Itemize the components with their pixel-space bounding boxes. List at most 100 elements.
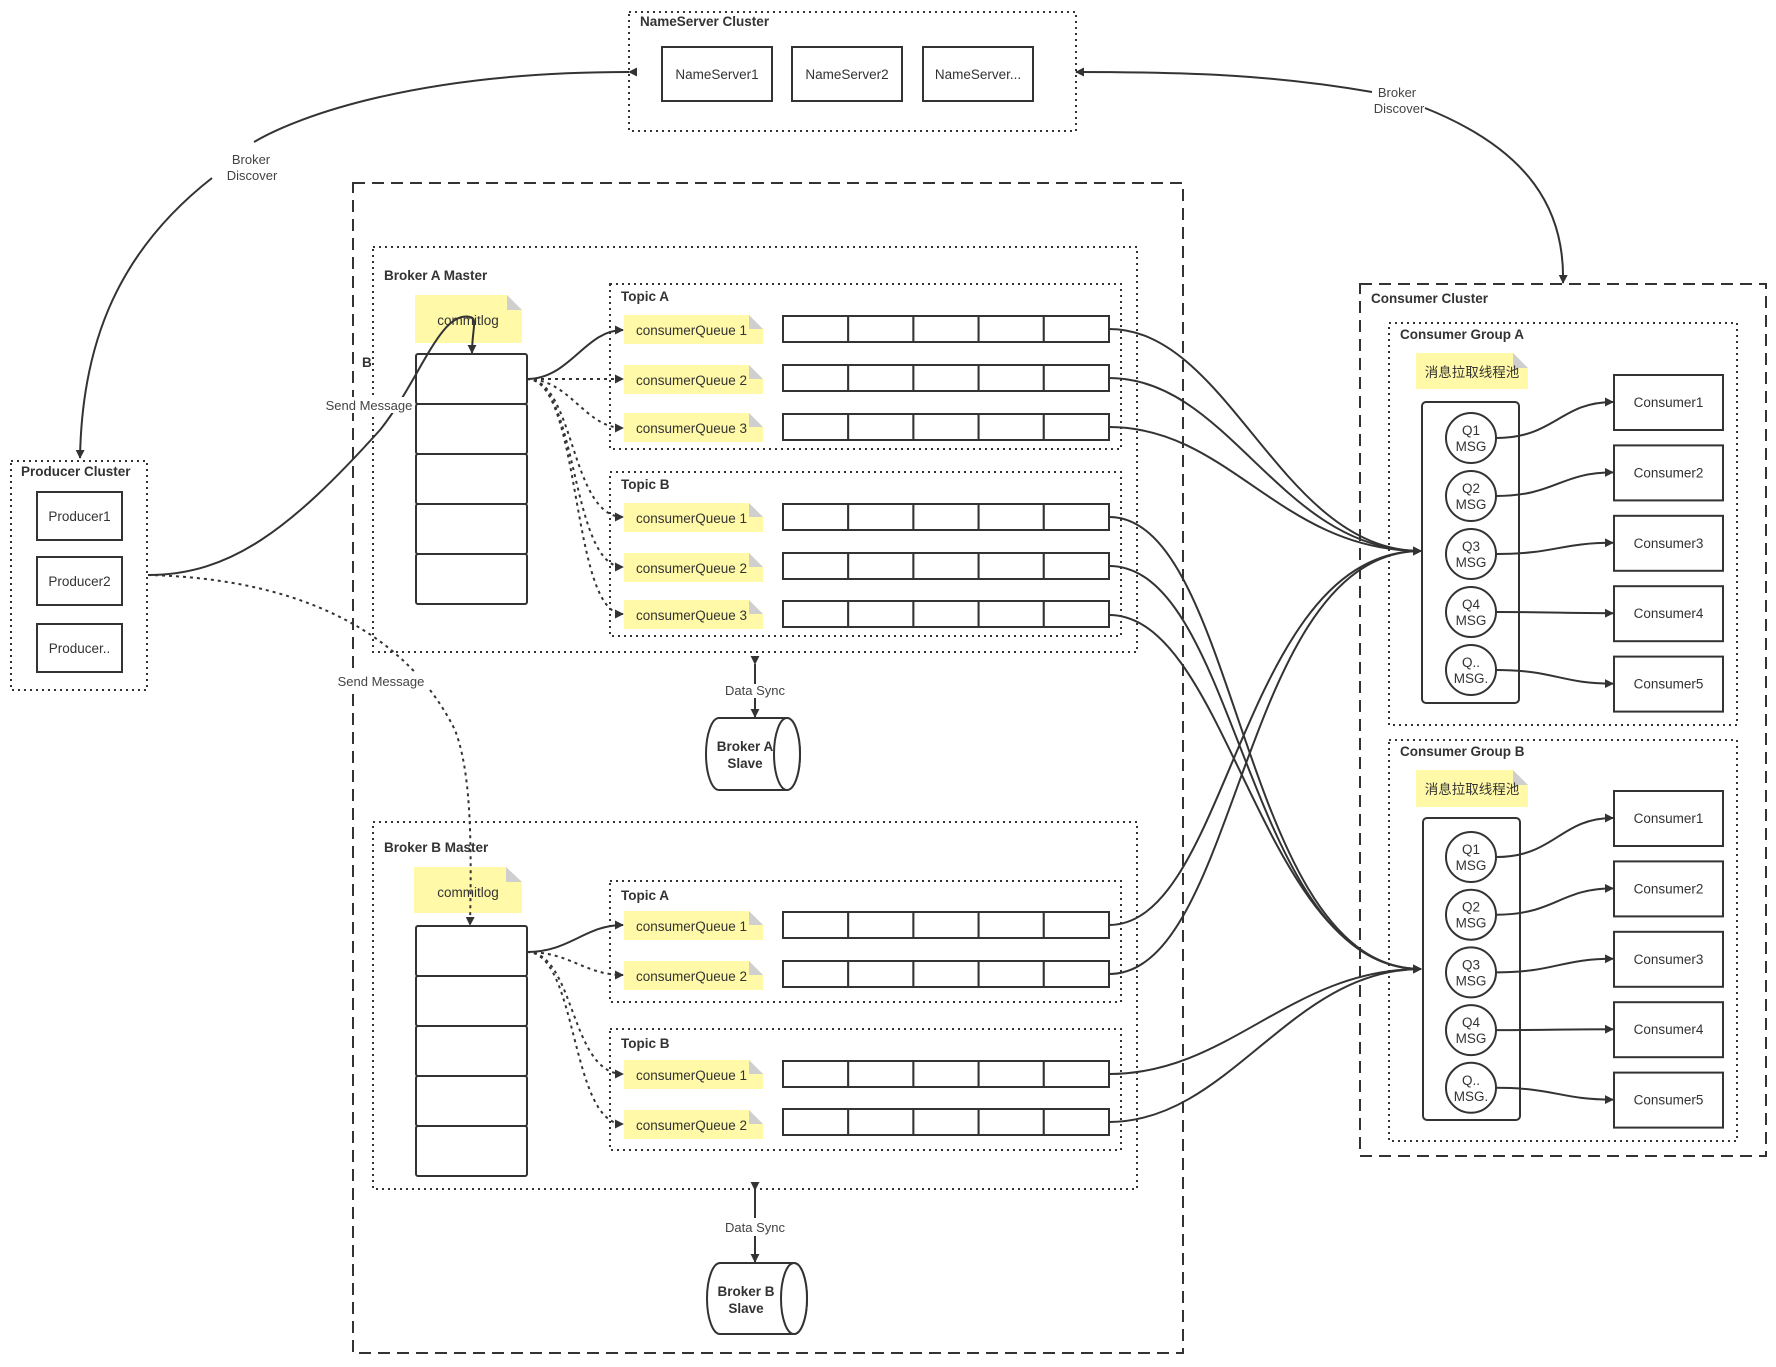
consumer-node[interactable]: Consumer4 <box>1613 1001 1724 1059</box>
consumer-node[interactable]: Consumer5 <box>1613 655 1724 713</box>
commitlog-cell[interactable] <box>415 403 528 455</box>
message-queue-node[interactable]: Q3MSG <box>1445 946 1497 999</box>
queue-cells[interactable] <box>782 552 1111 580</box>
nameserver-cluster[interactable]: NameServer Cluster NameServer1 NameServe… <box>628 11 1077 132</box>
commitlog-cell[interactable] <box>415 1075 528 1127</box>
message-queue-node[interactable]: Q4MSG <box>1445 586 1497 638</box>
queue-cell[interactable] <box>782 600 850 628</box>
broker-b-slave[interactable]: Broker B Slave <box>706 1262 808 1335</box>
topic-b[interactable]: Topic B consumerQueue 1 consumerQueue 2 … <box>609 471 1122 637</box>
queue-cell[interactable] <box>847 960 915 988</box>
queue-cells[interactable] <box>782 1108 1111 1136</box>
broker-a-master[interactable]: Broker A Master commitlog Topic A consum… <box>372 246 1138 653</box>
queue-row[interactable]: consumerQueue 2 <box>624 960 1111 990</box>
queue-cell[interactable] <box>782 503 850 531</box>
consumer-group-a[interactable]: Consumer Group A 消息拉取线程池 Q1MSGQ2MSGQ3MSG… <box>1388 322 1738 726</box>
commitlog-stack[interactable] <box>415 353 528 605</box>
queue-cell[interactable] <box>1042 1060 1111 1088</box>
edge-broker-discover-producer[interactable] <box>253 67 638 143</box>
queue-cell[interactable] <box>847 911 915 939</box>
consumer-cluster[interactable]: Consumer Cluster Consumer Group A 消息拉取线程… <box>1359 283 1767 1157</box>
message-circle[interactable] <box>1445 528 1497 580</box>
queue-row[interactable]: consumerQueue 2 <box>624 1108 1111 1139</box>
queue-cell[interactable] <box>977 315 1045 343</box>
message-circle[interactable] <box>1445 644 1497 696</box>
queue-cell[interactable] <box>1042 600 1111 628</box>
queue-cell[interactable] <box>1042 1108 1111 1136</box>
consumer-node[interactable]: Consumer4 <box>1613 585 1724 643</box>
message-circle[interactable] <box>1445 470 1497 522</box>
queue-cell[interactable] <box>782 364 850 392</box>
queue-cell[interactable] <box>782 413 850 441</box>
queue-cell[interactable] <box>912 1108 980 1136</box>
commitlog-cell[interactable] <box>415 975 528 1027</box>
queue-cell[interactable] <box>912 911 980 939</box>
message-queue-node[interactable]: Q2MSG <box>1445 888 1497 941</box>
queue-cell[interactable] <box>847 1060 915 1088</box>
commitlog-cell[interactable] <box>415 925 528 977</box>
commitlog-cell[interactable] <box>415 503 528 555</box>
queue-row[interactable]: consumerQueue 3 <box>624 600 1111 629</box>
commitlog-cell[interactable] <box>415 353 528 405</box>
edge-broker-discover-consumer[interactable] <box>1075 67 1373 93</box>
commitlog-cell[interactable] <box>415 453 528 505</box>
message-queue-node[interactable]: Q1MSG <box>1445 412 1497 464</box>
commitlog-stack[interactable] <box>415 925 528 1177</box>
queue-cell[interactable] <box>847 503 915 531</box>
queue-cell[interactable] <box>1042 413 1111 441</box>
queue-cell[interactable] <box>977 1060 1045 1088</box>
queue-cell[interactable] <box>977 960 1045 988</box>
queue-cells[interactable] <box>782 503 1111 531</box>
queue-cell[interactable] <box>1042 960 1111 988</box>
queue-cells[interactable] <box>782 413 1111 441</box>
queue-cell[interactable] <box>1042 552 1111 580</box>
consumer-node[interactable]: Consumer2 <box>1613 444 1724 502</box>
queue-cells[interactable] <box>782 600 1111 628</box>
queue-cell[interactable] <box>977 364 1045 392</box>
queue-cell[interactable] <box>782 1060 850 1088</box>
consumer-group-b[interactable]: Consumer Group B 消息拉取线程池 Q1MSGQ2MSGQ3MSG… <box>1388 739 1738 1142</box>
message-queue-node[interactable]: Q..MSG. <box>1445 1061 1497 1114</box>
queue-cell[interactable] <box>847 600 915 628</box>
queue-cells[interactable] <box>782 911 1111 939</box>
queue-row[interactable]: consumerQueue 1 <box>624 315 1111 344</box>
queue-cell[interactable] <box>1042 503 1111 531</box>
queue-cell[interactable] <box>977 552 1045 580</box>
producer-node[interactable]: Producer2 <box>36 556 123 606</box>
topic-a[interactable]: Topic A consumerQueue 1 consumerQueue 2 … <box>609 283 1122 450</box>
queue-cells[interactable] <box>782 1060 1111 1088</box>
message-circle[interactable] <box>1445 586 1497 638</box>
message-queue-node[interactable]: Q3MSG <box>1445 528 1497 580</box>
consumer-node[interactable]: Consumer5 <box>1613 1071 1724 1129</box>
message-circle[interactable] <box>1445 831 1497 883</box>
queue-cell[interactable] <box>912 960 980 988</box>
queue-cell[interactable] <box>847 1108 915 1136</box>
message-queue-node[interactable]: Q2MSG <box>1445 470 1497 522</box>
queue-row[interactable]: consumerQueue 2 <box>624 364 1111 394</box>
queue-cell[interactable] <box>912 552 980 580</box>
queue-cell[interactable] <box>782 911 850 939</box>
consumer-node[interactable]: Consumer3 <box>1613 930 1724 988</box>
nameserver-node[interactable]: NameServer1 <box>661 46 773 102</box>
consumer-node[interactable]: Consumer1 <box>1613 374 1724 431</box>
producer-node[interactable]: Producer.. <box>36 623 123 673</box>
queue-cell[interactable] <box>847 315 915 343</box>
commitlog-cell[interactable] <box>415 553 528 605</box>
consumer-node[interactable]: Consumer1 <box>1613 790 1724 847</box>
message-queue-node[interactable]: Q4MSG <box>1445 1004 1497 1057</box>
queue-cell[interactable] <box>782 960 850 988</box>
edge-broker-discover-consumer-lower[interactable] <box>1424 107 1568 284</box>
queue-cells[interactable] <box>782 364 1111 392</box>
queue-cell[interactable] <box>977 503 1045 531</box>
queue-cell[interactable] <box>912 1060 980 1088</box>
topic-b[interactable]: Topic B consumerQueue 1 consumerQueue 2 <box>609 1028 1122 1151</box>
message-queue-node[interactable]: Q1MSG <box>1445 831 1497 883</box>
consumer-node[interactable]: Consumer3 <box>1613 514 1724 572</box>
consumer-node[interactable]: Consumer2 <box>1613 860 1724 918</box>
queue-cell[interactable] <box>782 552 850 580</box>
queue-cell[interactable] <box>977 911 1045 939</box>
broker-a-slave[interactable]: Broker A Slave <box>705 717 801 791</box>
queue-cell[interactable] <box>977 413 1045 441</box>
message-circle[interactable] <box>1445 412 1497 464</box>
queue-row[interactable]: consumerQueue 1 <box>624 1060 1111 1089</box>
